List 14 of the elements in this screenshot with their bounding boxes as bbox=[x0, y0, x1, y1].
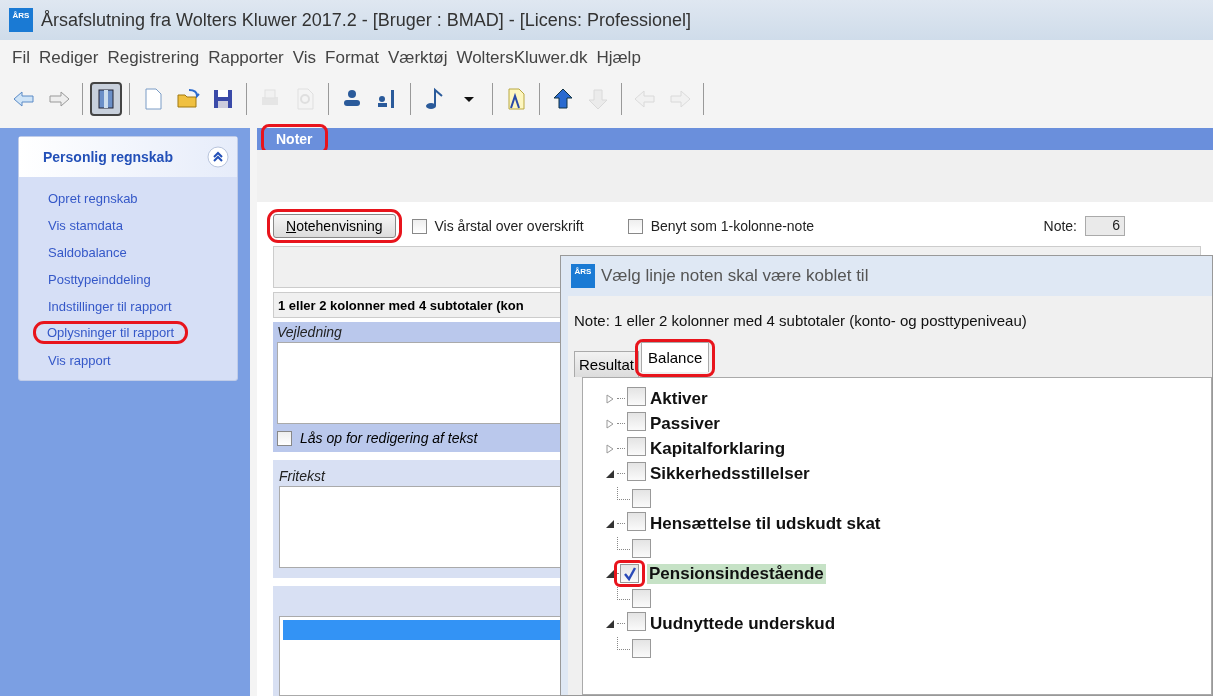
checkbox-label: Lås op for redigering af tekst bbox=[300, 430, 478, 446]
window-title: Årsafslutning fra Wolters Kluwer 2017.2 - [Bruger : BMAD] - [Licens: Professionel] bbox=[41, 9, 691, 31]
app-icon: ÅRS bbox=[9, 8, 33, 32]
sidebar-title: Personlig regnskab bbox=[43, 149, 173, 165]
dialog-title: Vælg linje noten skal være koblet til bbox=[601, 266, 869, 286]
note-label: Note: bbox=[1043, 218, 1077, 234]
note-type-text: 1 eller 2 kolonner med 4 subtotaler (kon bbox=[278, 297, 524, 313]
checkbox-label: Vis årstal over overskrift bbox=[434, 218, 584, 234]
checkbox-label: Benyt som 1-kolonne-note bbox=[650, 218, 815, 234]
section-title: Vejledning bbox=[277, 324, 342, 340]
panel-title: Noter bbox=[276, 131, 313, 147]
section-title: Fritekst bbox=[279, 468, 325, 484]
note-description: Note: 1 eller 2 kolonner med 4 subtotaler (konto- og posttypeniveau) bbox=[574, 312, 1028, 329]
app-icon: ÅRS bbox=[571, 264, 595, 288]
